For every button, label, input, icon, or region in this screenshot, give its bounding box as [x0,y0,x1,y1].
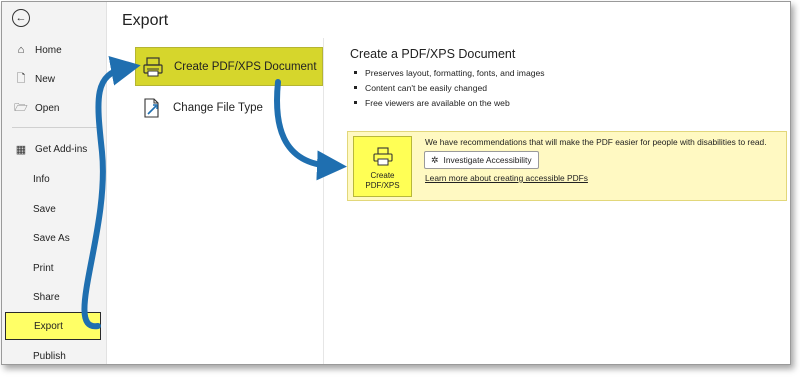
investigate-label: Investigate Accessibility [443,155,532,165]
sidebar-item-label: Open [35,102,60,114]
home-icon: ⌂ [17,44,25,56]
back-arrow-icon[interactable]: ← [12,9,30,27]
sidebar-item-open[interactable]: 🗁 Open [2,95,106,121]
create-button-line1: Create [370,171,395,180]
list-item: Free viewers are available on the web [354,95,545,110]
create-pdf-xps-button[interactable]: Create PDF/XPS [353,136,412,197]
sidebar-item-label: Export [34,320,63,332]
export-options-list: Create PDF/XPS Document Change File Type [107,38,324,364]
sidebar-item-label: Save As [33,232,70,244]
sidebar-item-label: Print [33,262,54,274]
recommendation-text: We have recommendations that will make t… [425,137,767,147]
sidebar-item-export[interactable]: Export [5,312,101,340]
backstage-window: ← ⌂ Home 🗋 New 🗁 Open ▦ Get Add-ins Info… [1,1,791,365]
printer-icon [372,147,393,166]
new-document-icon: 🗋 [16,72,26,85]
option-label: Change File Type [173,102,263,114]
detail-title: Create a PDF/XPS Document [350,47,516,61]
list-item: Content can't be easily changed [354,80,545,95]
sidebar-item-info[interactable]: Info [2,166,106,192]
backstage-sidebar: ← ⌂ Home 🗋 New 🗁 Open ▦ Get Add-ins Info… [2,2,107,364]
sidebar-item-save[interactable]: Save [2,196,106,222]
accessibility-recommendation-panel: Create PDF/XPS We have recommendations t… [347,131,787,201]
option-change-file-type[interactable]: Change File Type [135,93,263,123]
page-title: Export [122,12,169,29]
list-item: Preserves layout, formatting, fonts, and… [354,65,545,80]
learn-more-link[interactable]: Learn more about creating accessible PDF… [425,173,588,183]
sidebar-item-print[interactable]: Print [2,255,106,281]
folder-open-icon: 🗁 [14,101,28,114]
sidebar-item-share[interactable]: Share [2,284,106,310]
option-create-pdf-xps[interactable]: Create PDF/XPS Document [135,47,323,86]
create-button-line2: PDF/XPS [365,181,400,190]
add-ins-grid-icon: ▦ [15,143,27,156]
sidebar-item-label: Save [33,203,56,215]
investigate-accessibility-button[interactable]: ✲ Investigate Accessibility [424,151,539,169]
sidebar-item-label: New [35,73,56,85]
sidebar-item-save-as[interactable]: Save As [2,225,106,251]
feature-bullet-list: Preserves layout, formatting, fonts, and… [354,65,545,110]
accessibility-icon: ✲ [431,154,439,165]
sidebar-item-get-add-ins[interactable]: ▦ Get Add-ins [2,136,106,162]
sidebar-item-new[interactable]: 🗋 New [2,66,106,92]
sidebar-item-label: Get Add-ins [35,143,88,155]
sidebar-item-publish[interactable]: Publish [2,343,106,369]
sidebar-item-home[interactable]: ⌂ Home [2,37,106,63]
sidebar-item-label: Home [35,44,62,56]
option-label: Create PDF/XPS Document [174,60,317,73]
pdf-document-icon [142,56,164,78]
sidebar-item-label: Info [33,173,50,185]
change-file-type-icon [141,97,163,119]
sidebar-item-label: Share [33,291,60,303]
sidebar-divider [12,127,98,128]
sidebar-item-label: Publish [33,350,66,362]
